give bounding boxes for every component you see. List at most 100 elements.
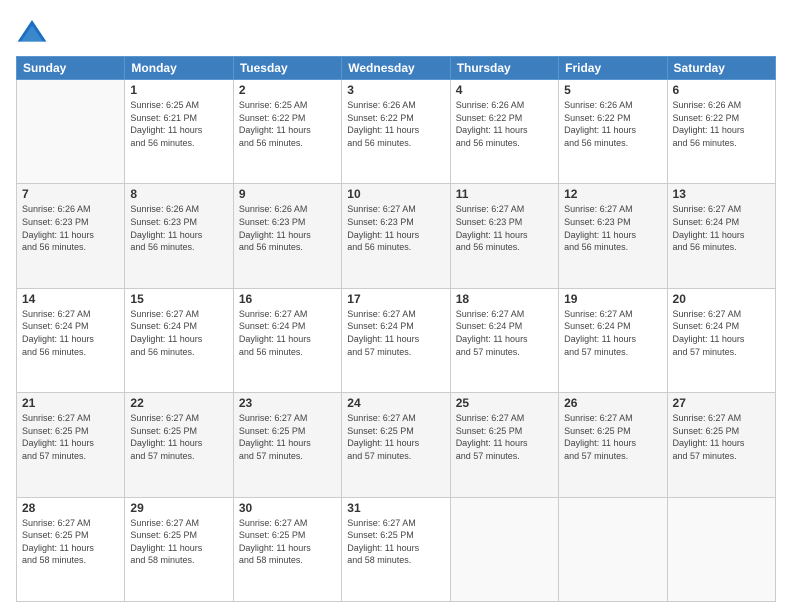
cell-info: Sunrise: 6:27 AMSunset: 6:25 PMDaylight:… — [239, 517, 336, 567]
calendar-cell: 18 Sunrise: 6:27 AMSunset: 6:24 PMDayligh… — [450, 288, 558, 392]
day-header-sunday: Sunday — [17, 57, 125, 80]
calendar-cell: 20 Sunrise: 6:27 AMSunset: 6:24 PMDayligh… — [667, 288, 775, 392]
day-header-wednesday: Wednesday — [342, 57, 450, 80]
calendar-cell: 3Sunrise: 6:26 AMSunset: 6:22 PMDaylight… — [342, 80, 450, 184]
day-number: 9 — [239, 187, 336, 201]
calendar-cell: 25 Sunrise: 6:27 AMSunset: 6:25 PMDayligh… — [450, 393, 558, 497]
calendar-cell: 1Sunrise: 6:25 AMSunset: 6:21 PMDaylight… — [125, 80, 233, 184]
calendar-cell: 8Sunrise: 6:26 AMSunset: 6:23 PMDaylight… — [125, 184, 233, 288]
cell-info: Sunrise: 6:27 AMSunset: 6:24 PMDaylight:… — [239, 308, 336, 358]
calendar-cell: 6 Sunrise: 6:26 AMSunset: 6:22 PMDaylight… — [667, 80, 775, 184]
header — [16, 16, 776, 48]
calendar-cell: 9 Sunrise: 6:26 AMSunset: 6:23 PMDaylight… — [233, 184, 341, 288]
calendar-cell: 30 Sunrise: 6:27 AMSunset: 6:25 PMDayligh… — [233, 497, 341, 601]
cell-info: Sunrise: 6:25 AMSunset: 6:21 PMDaylight:… — [130, 99, 227, 149]
cell-info: Sunrise: 6:27 AMSunset: 6:25 PMDaylight:… — [347, 517, 444, 567]
day-number: 19 — [564, 292, 661, 306]
cell-info: Sunrise: 6:27 AMSunset: 6:23 PMDaylight:… — [347, 203, 444, 253]
day-header-friday: Friday — [559, 57, 667, 80]
day-number: 20 — [673, 292, 770, 306]
cell-info: Sunrise: 6:26 AMSunset: 6:23 PMDaylight:… — [239, 203, 336, 253]
calendar-header-row: SundayMondayTuesdayWednesdayThursdayFrid… — [17, 57, 776, 80]
calendar-cell: 29 Sunrise: 6:27 AMSunset: 6:25 PMDayligh… — [125, 497, 233, 601]
day-number: 21 — [22, 396, 119, 410]
cell-info: Sunrise: 6:27 AMSunset: 6:24 PMDaylight:… — [130, 308, 227, 358]
day-number: 5 — [564, 83, 661, 97]
cell-info: Sunrise: 6:26 AMSunset: 6:23 PMDaylight:… — [130, 203, 227, 253]
day-number: 25 — [456, 396, 553, 410]
day-number: 26 — [564, 396, 661, 410]
calendar-cell: 19Sunrise: 6:27 AMSunset: 6:24 PMDayligh… — [559, 288, 667, 392]
calendar-week-row: 1Sunrise: 6:25 AMSunset: 6:21 PMDaylight… — [17, 80, 776, 184]
day-header-thursday: Thursday — [450, 57, 558, 80]
cell-info: Sunrise: 6:27 AMSunset: 6:25 PMDaylight:… — [456, 412, 553, 462]
calendar-cell: 24 Sunrise: 6:27 AMSunset: 6:25 PMDayligh… — [342, 393, 450, 497]
day-header-saturday: Saturday — [667, 57, 775, 80]
day-header-monday: Monday — [125, 57, 233, 80]
day-number: 14 — [22, 292, 119, 306]
calendar-cell: 10 Sunrise: 6:27 AMSunset: 6:23 PMDayligh… — [342, 184, 450, 288]
cell-info: Sunrise: 6:27 AMSunset: 6:25 PMDaylight:… — [564, 412, 661, 462]
calendar-cell: 15 Sunrise: 6:27 AMSunset: 6:24 PMDayligh… — [125, 288, 233, 392]
day-number: 30 — [239, 501, 336, 515]
cell-info: Sunrise: 6:27 AMSunset: 6:24 PMDaylight:… — [673, 308, 770, 358]
day-number: 29 — [130, 501, 227, 515]
cell-info: Sunrise: 6:27 AMSunset: 6:24 PMDaylight:… — [347, 308, 444, 358]
day-number: 23 — [239, 396, 336, 410]
cell-info: Sunrise: 6:27 AMSunset: 6:23 PMDaylight:… — [564, 203, 661, 253]
day-number: 28 — [22, 501, 119, 515]
calendar-cell: 14 Sunrise: 6:27 AMSunset: 6:24 PMDayligh… — [17, 288, 125, 392]
day-number: 2 — [239, 83, 336, 97]
cell-info: Sunrise: 6:27 AMSunset: 6:25 PMDaylight:… — [22, 517, 119, 567]
calendar-week-row: 7 Sunrise: 6:26 AMSunset: 6:23 PMDaylight… — [17, 184, 776, 288]
calendar-cell — [450, 497, 558, 601]
calendar-cell: 12 Sunrise: 6:27 AMSunset: 6:23 PMDayligh… — [559, 184, 667, 288]
calendar-cell: 21 Sunrise: 6:27 AMSunset: 6:25 PMDayligh… — [17, 393, 125, 497]
calendar-cell: 17 Sunrise: 6:27 AMSunset: 6:24 PMDayligh… — [342, 288, 450, 392]
day-number: 11 — [456, 187, 553, 201]
cell-info: Sunrise: 6:26 AMSunset: 6:22 PMDaylight:… — [673, 99, 770, 149]
day-number: 10 — [347, 187, 444, 201]
day-number: 4 — [456, 83, 553, 97]
cell-info: Sunrise: 6:27 AMSunset: 6:25 PMDaylight:… — [347, 412, 444, 462]
calendar-cell: 22 Sunrise: 6:27 AMSunset: 6:25 PMDayligh… — [125, 393, 233, 497]
calendar-cell: 11 Sunrise: 6:27 AMSunset: 6:23 PMDayligh… — [450, 184, 558, 288]
day-number: 6 — [673, 83, 770, 97]
day-number: 16 — [239, 292, 336, 306]
calendar-cell: 28 Sunrise: 6:27 AMSunset: 6:25 PMDayligh… — [17, 497, 125, 601]
cell-info: Sunrise: 6:27 AMSunset: 6:25 PMDaylight:… — [130, 517, 227, 567]
calendar-week-row: 21 Sunrise: 6:27 AMSunset: 6:25 PMDayligh… — [17, 393, 776, 497]
calendar-cell: 5Sunrise: 6:26 AMSunset: 6:22 PMDaylight… — [559, 80, 667, 184]
logo-icon — [16, 16, 48, 48]
calendar-cell — [559, 497, 667, 601]
day-number: 12 — [564, 187, 661, 201]
calendar-cell: 31 Sunrise: 6:27 AMSunset: 6:25 PMDayligh… — [342, 497, 450, 601]
day-number: 24 — [347, 396, 444, 410]
day-number: 22 — [130, 396, 227, 410]
cell-info: Sunrise: 6:27 AMSunset: 6:23 PMDaylight:… — [456, 203, 553, 253]
calendar-cell: 16 Sunrise: 6:27 AMSunset: 6:24 PMDayligh… — [233, 288, 341, 392]
day-number: 18 — [456, 292, 553, 306]
day-number: 13 — [673, 187, 770, 201]
day-number: 31 — [347, 501, 444, 515]
cell-info: Sunrise: 6:27 AMSunset: 6:25 PMDaylight:… — [673, 412, 770, 462]
cell-info: Sunrise: 6:27 AMSunset: 6:24 PMDaylight:… — [456, 308, 553, 358]
calendar-cell — [667, 497, 775, 601]
cell-info: Sunrise: 6:26 AMSunset: 6:22 PMDaylight:… — [347, 99, 444, 149]
cell-info: Sunrise: 6:26 AMSunset: 6:22 PMDaylight:… — [456, 99, 553, 149]
cell-info: Sunrise: 6:26 AMSunset: 6:23 PMDaylight:… — [22, 203, 119, 253]
cell-info: Sunrise: 6:27 AMSunset: 6:25 PMDaylight:… — [22, 412, 119, 462]
calendar-cell: 26 Sunrise: 6:27 AMSunset: 6:25 PMDayligh… — [559, 393, 667, 497]
cell-info: Sunrise: 6:27 AMSunset: 6:25 PMDaylight:… — [239, 412, 336, 462]
day-number: 17 — [347, 292, 444, 306]
day-number: 7 — [22, 187, 119, 201]
day-number: 15 — [130, 292, 227, 306]
calendar-table: SundayMondayTuesdayWednesdayThursdayFrid… — [16, 56, 776, 602]
cell-info: Sunrise: 6:27 AMSunset: 6:24 PMDaylight:… — [22, 308, 119, 358]
cell-info: Sunrise: 6:27 AMSunset: 6:24 PMDaylight:… — [673, 203, 770, 253]
calendar-cell: 23 Sunrise: 6:27 AMSunset: 6:25 PMDayligh… — [233, 393, 341, 497]
calendar-cell: 7 Sunrise: 6:26 AMSunset: 6:23 PMDaylight… — [17, 184, 125, 288]
calendar-cell — [17, 80, 125, 184]
cell-info: Sunrise: 6:27 AMSunset: 6:25 PMDaylight:… — [130, 412, 227, 462]
calendar-cell: 2Sunrise: 6:25 AMSunset: 6:22 PMDaylight… — [233, 80, 341, 184]
